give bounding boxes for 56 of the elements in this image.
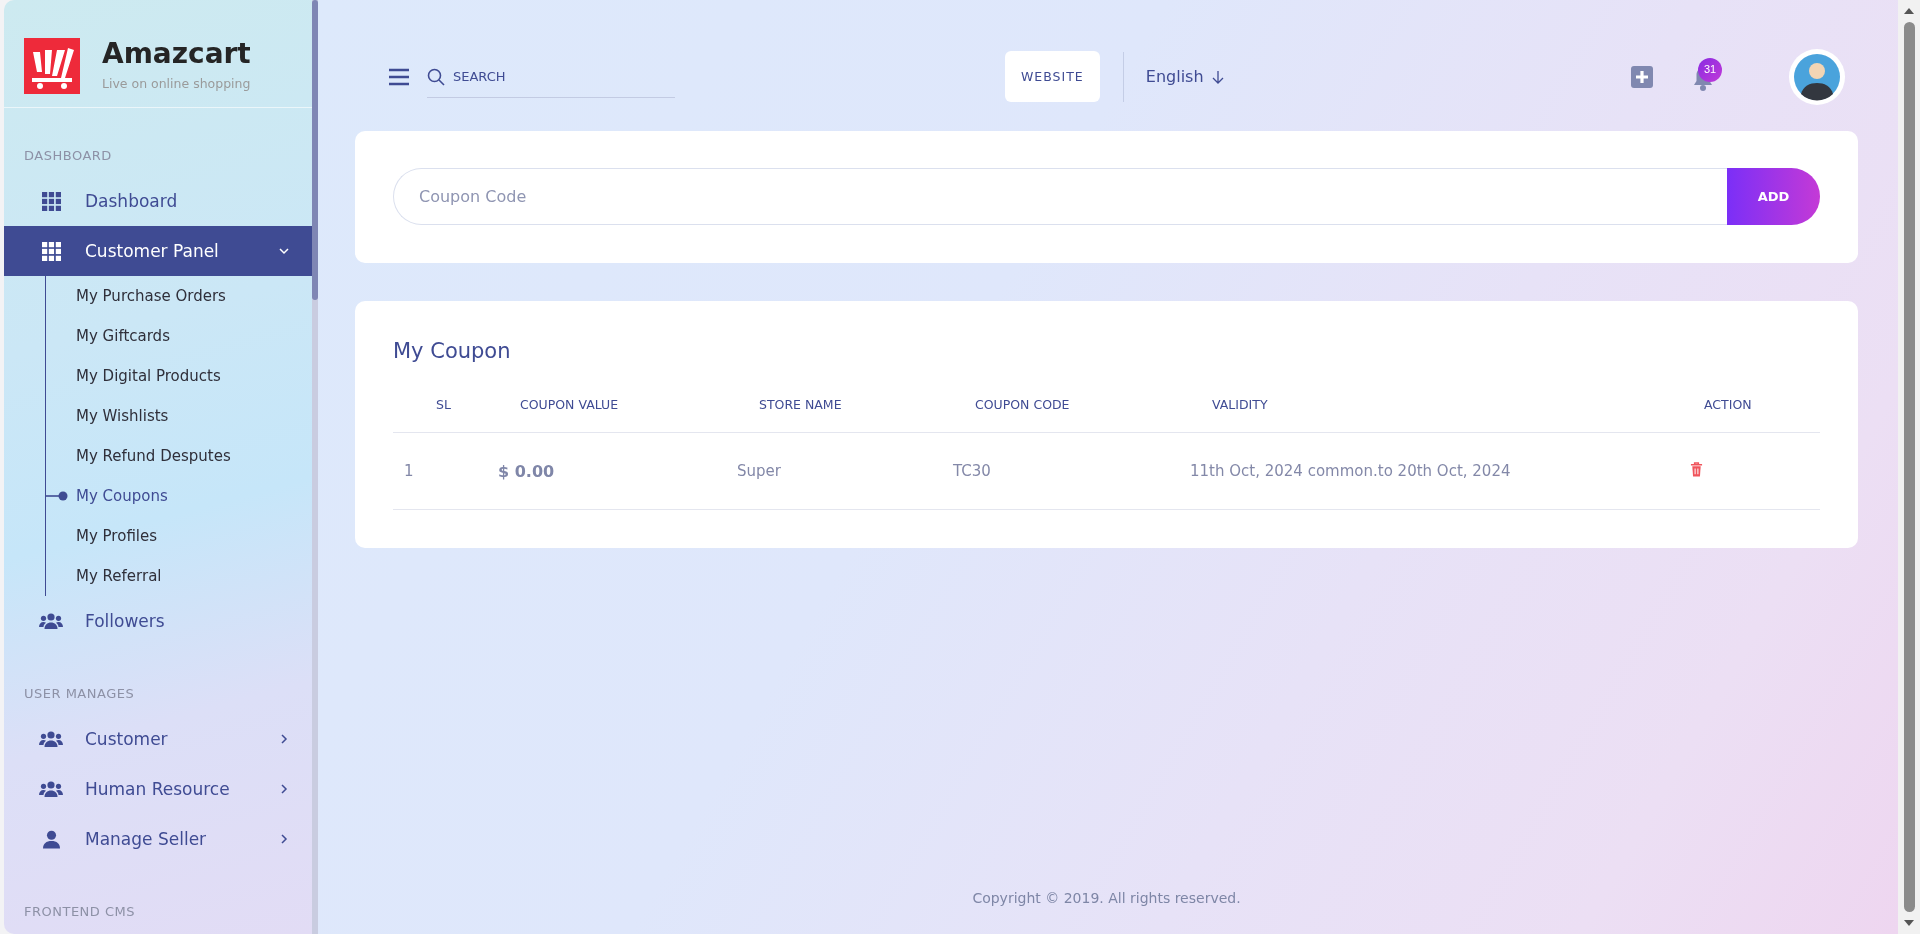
sidebar-item[interactable]: Human Resource (4, 764, 312, 814)
brand-name: Amazcart (102, 37, 251, 70)
table-cell: 1 (393, 432, 480, 510)
submenu-item[interactable]: My Profiles (46, 516, 158, 556)
sidebar-item[interactable]: Manage Seller (4, 814, 312, 864)
notification-count: 31 (1698, 57, 1722, 82)
search-field[interactable]: SEARCH (427, 55, 675, 98)
language-dropdown[interactable]: English (1145, 67, 1224, 86)
submenu-item[interactable]: My Giftcards (46, 316, 170, 356)
column-header: SL (393, 376, 480, 433)
sidebar-item[interactable]: Customer (4, 714, 312, 764)
grid-icon (41, 241, 61, 261)
submenu-item[interactable]: My Coupons (46, 476, 168, 516)
sidebar-item[interactable]: Followers (4, 596, 312, 646)
add-icon[interactable] (1631, 65, 1653, 88)
delete-icon[interactable] (1690, 461, 1703, 477)
add-button[interactable]: ADD (1727, 168, 1820, 225)
submenu-item[interactable]: My Purchase Orders (46, 276, 226, 316)
sidebar-item[interactable]: Customer Panel (4, 226, 312, 276)
table-cell: 11th Oct, 2024 common.to 20th Oct, 2024 (1172, 432, 1664, 510)
logo-icon (24, 37, 80, 94)
column-header: COUPON VALUE (480, 376, 719, 433)
sidebar-item[interactable]: Dashboard (4, 176, 312, 226)
column-header: STORE NAME (719, 376, 935, 433)
card-title: My Coupon (393, 341, 512, 362)
submenu-item[interactable]: My Wishlists (46, 396, 169, 436)
grid-icon (41, 191, 61, 211)
submenu-item[interactable]: My Digital Products (46, 356, 221, 396)
users-icon (39, 612, 63, 630)
table-cell: Super (719, 432, 935, 510)
scrollbar[interactable] (312, 0, 318, 934)
users-icon (39, 730, 63, 748)
brand-tagline: Live on online shopping (102, 76, 251, 91)
chevron-icon (278, 833, 290, 845)
copyright-text: Copyright © 2019. All rights reserved. (972, 890, 1241, 906)
section-title: USER MANAGES (23, 685, 136, 703)
arrow-down-icon (1211, 69, 1224, 84)
chevron-icon (278, 245, 290, 257)
website-button[interactable]: WEBSITE (1005, 51, 1100, 102)
section-title: FRONTEND CMS (23, 903, 137, 921)
table-cell: $ 0.00 (480, 432, 719, 510)
chevron-icon (278, 733, 290, 745)
column-header: ACTION (1664, 376, 1820, 433)
search-icon (427, 67, 445, 86)
submenu-item[interactable]: My Refund Desputes (46, 436, 231, 476)
submenu-item[interactable]: My Referral (46, 556, 162, 596)
menu-icon[interactable] (389, 67, 409, 86)
column-header: VALIDITY (1172, 376, 1664, 433)
users-icon (39, 780, 63, 798)
coupon-code-field[interactable]: Coupon Code (393, 168, 1727, 225)
table-cell: TC30 (935, 432, 1172, 510)
column-header: COUPON CODE (935, 376, 1172, 433)
chevron-icon (278, 783, 290, 795)
avatar-icon[interactable] (1789, 48, 1845, 105)
person-icon (42, 829, 60, 849)
section-title: DASHBOARD (23, 147, 113, 165)
